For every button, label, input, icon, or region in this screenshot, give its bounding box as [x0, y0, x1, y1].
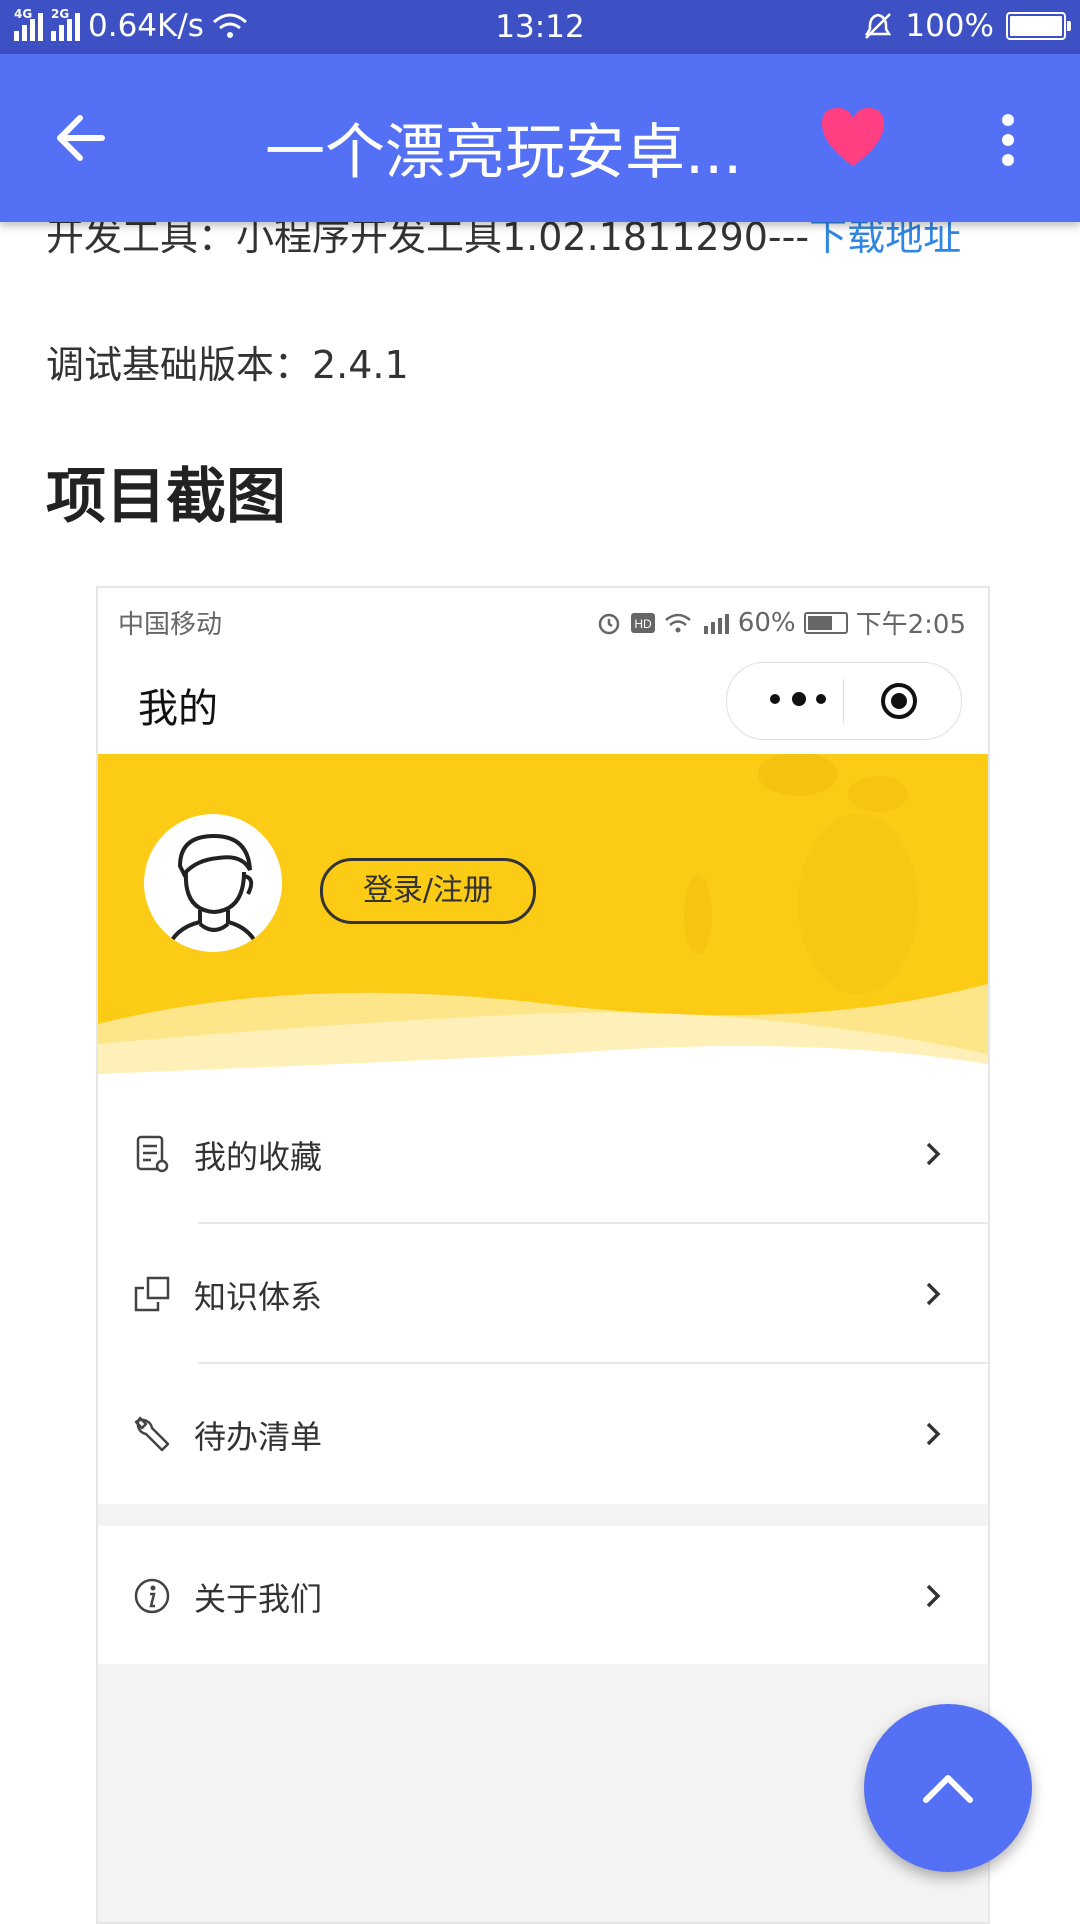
menu-item-label: 我的收藏 [194, 1138, 323, 1176]
mini-carrier: 中国移动 [118, 610, 223, 640]
capsule-divider [843, 679, 844, 723]
mini-status-bar: 中国移动 HD 60% 下午2:05 [98, 588, 988, 654]
hd-icon: HD [630, 612, 655, 633]
chevron-right-icon [926, 1422, 941, 1446]
app-bar: 一个漂亮玩安卓... [0, 54, 1080, 222]
section-title: 项目截图 [46, 462, 286, 532]
mini-page-title: 我的 [138, 686, 218, 732]
scroll-to-top-button[interactable] [864, 1704, 1032, 1872]
more-dots-icon [770, 692, 826, 706]
menu-item-todo[interactable]: 待办清单 [98, 1364, 988, 1504]
mini-battery-percent: 60% [737, 607, 796, 638]
squares-icon [134, 1276, 170, 1312]
alarm-icon [598, 613, 620, 634]
svg-text:HD: HD [634, 617, 652, 631]
project-screenshot: 中国移动 HD 60% 下午2:05 我的 登录/注册 我的收藏 知识体系 待办… [96, 586, 990, 1924]
profile-banner: 登录/注册 [98, 754, 988, 1084]
menu-item-label: 知识体系 [194, 1278, 323, 1316]
wrench-icon [134, 1416, 170, 1452]
debug-version-line: 调试基础版本：2.4.1 [46, 343, 409, 387]
arrow-left-icon[interactable] [52, 110, 112, 166]
document-icon [136, 1135, 169, 1173]
wifi-icon [665, 613, 691, 632]
menu-item-favorites[interactable]: 我的收藏 [98, 1084, 988, 1224]
menu-item-label: 待办清单 [194, 1418, 323, 1456]
menu-item-about[interactable]: 关于我们 [98, 1526, 988, 1666]
close-target-icon [881, 683, 917, 719]
login-register-button[interactable]: 登录/注册 [320, 858, 536, 924]
chevron-right-icon [926, 1584, 941, 1608]
mini-time: 下午2:05 [855, 610, 966, 640]
avatar[interactable] [144, 814, 282, 952]
battery-icon [1006, 12, 1071, 40]
battery-percent: 100% [905, 8, 994, 44]
chevron-right-icon [926, 1142, 941, 1166]
page-title: 一个漂亮玩安卓... [265, 118, 743, 188]
info-icon [134, 1578, 170, 1614]
chevron-up-icon [923, 1775, 973, 1803]
mini-capsule-menu [726, 662, 962, 740]
mini-nav-bar: 我的 [98, 654, 988, 754]
bell-muted-icon [865, 13, 892, 39]
signal-icon [703, 613, 729, 634]
mini-battery-icon [803, 611, 848, 634]
menu-item-label: 关于我们 [194, 1580, 323, 1618]
menu-item-knowledge[interactable]: 知识体系 [98, 1224, 988, 1364]
article-content: 开发工具：小程序开发工具1.02.1811290---下载地址 调试基础版本：2… [0, 0, 1080, 1924]
chevron-right-icon [926, 1282, 941, 1306]
heart-icon[interactable] [818, 104, 888, 170]
avatar-person-icon [164, 833, 262, 952]
mini-menu-group-2: 关于我们 [98, 1526, 988, 1664]
mini-menu-group: 我的收藏 知识体系 待办清单 [98, 1084, 988, 1504]
status-bar: 4G 2G 0.64K/s 13:12 100% [0, 0, 1080, 54]
more-vert-icon[interactable] [994, 112, 1022, 168]
